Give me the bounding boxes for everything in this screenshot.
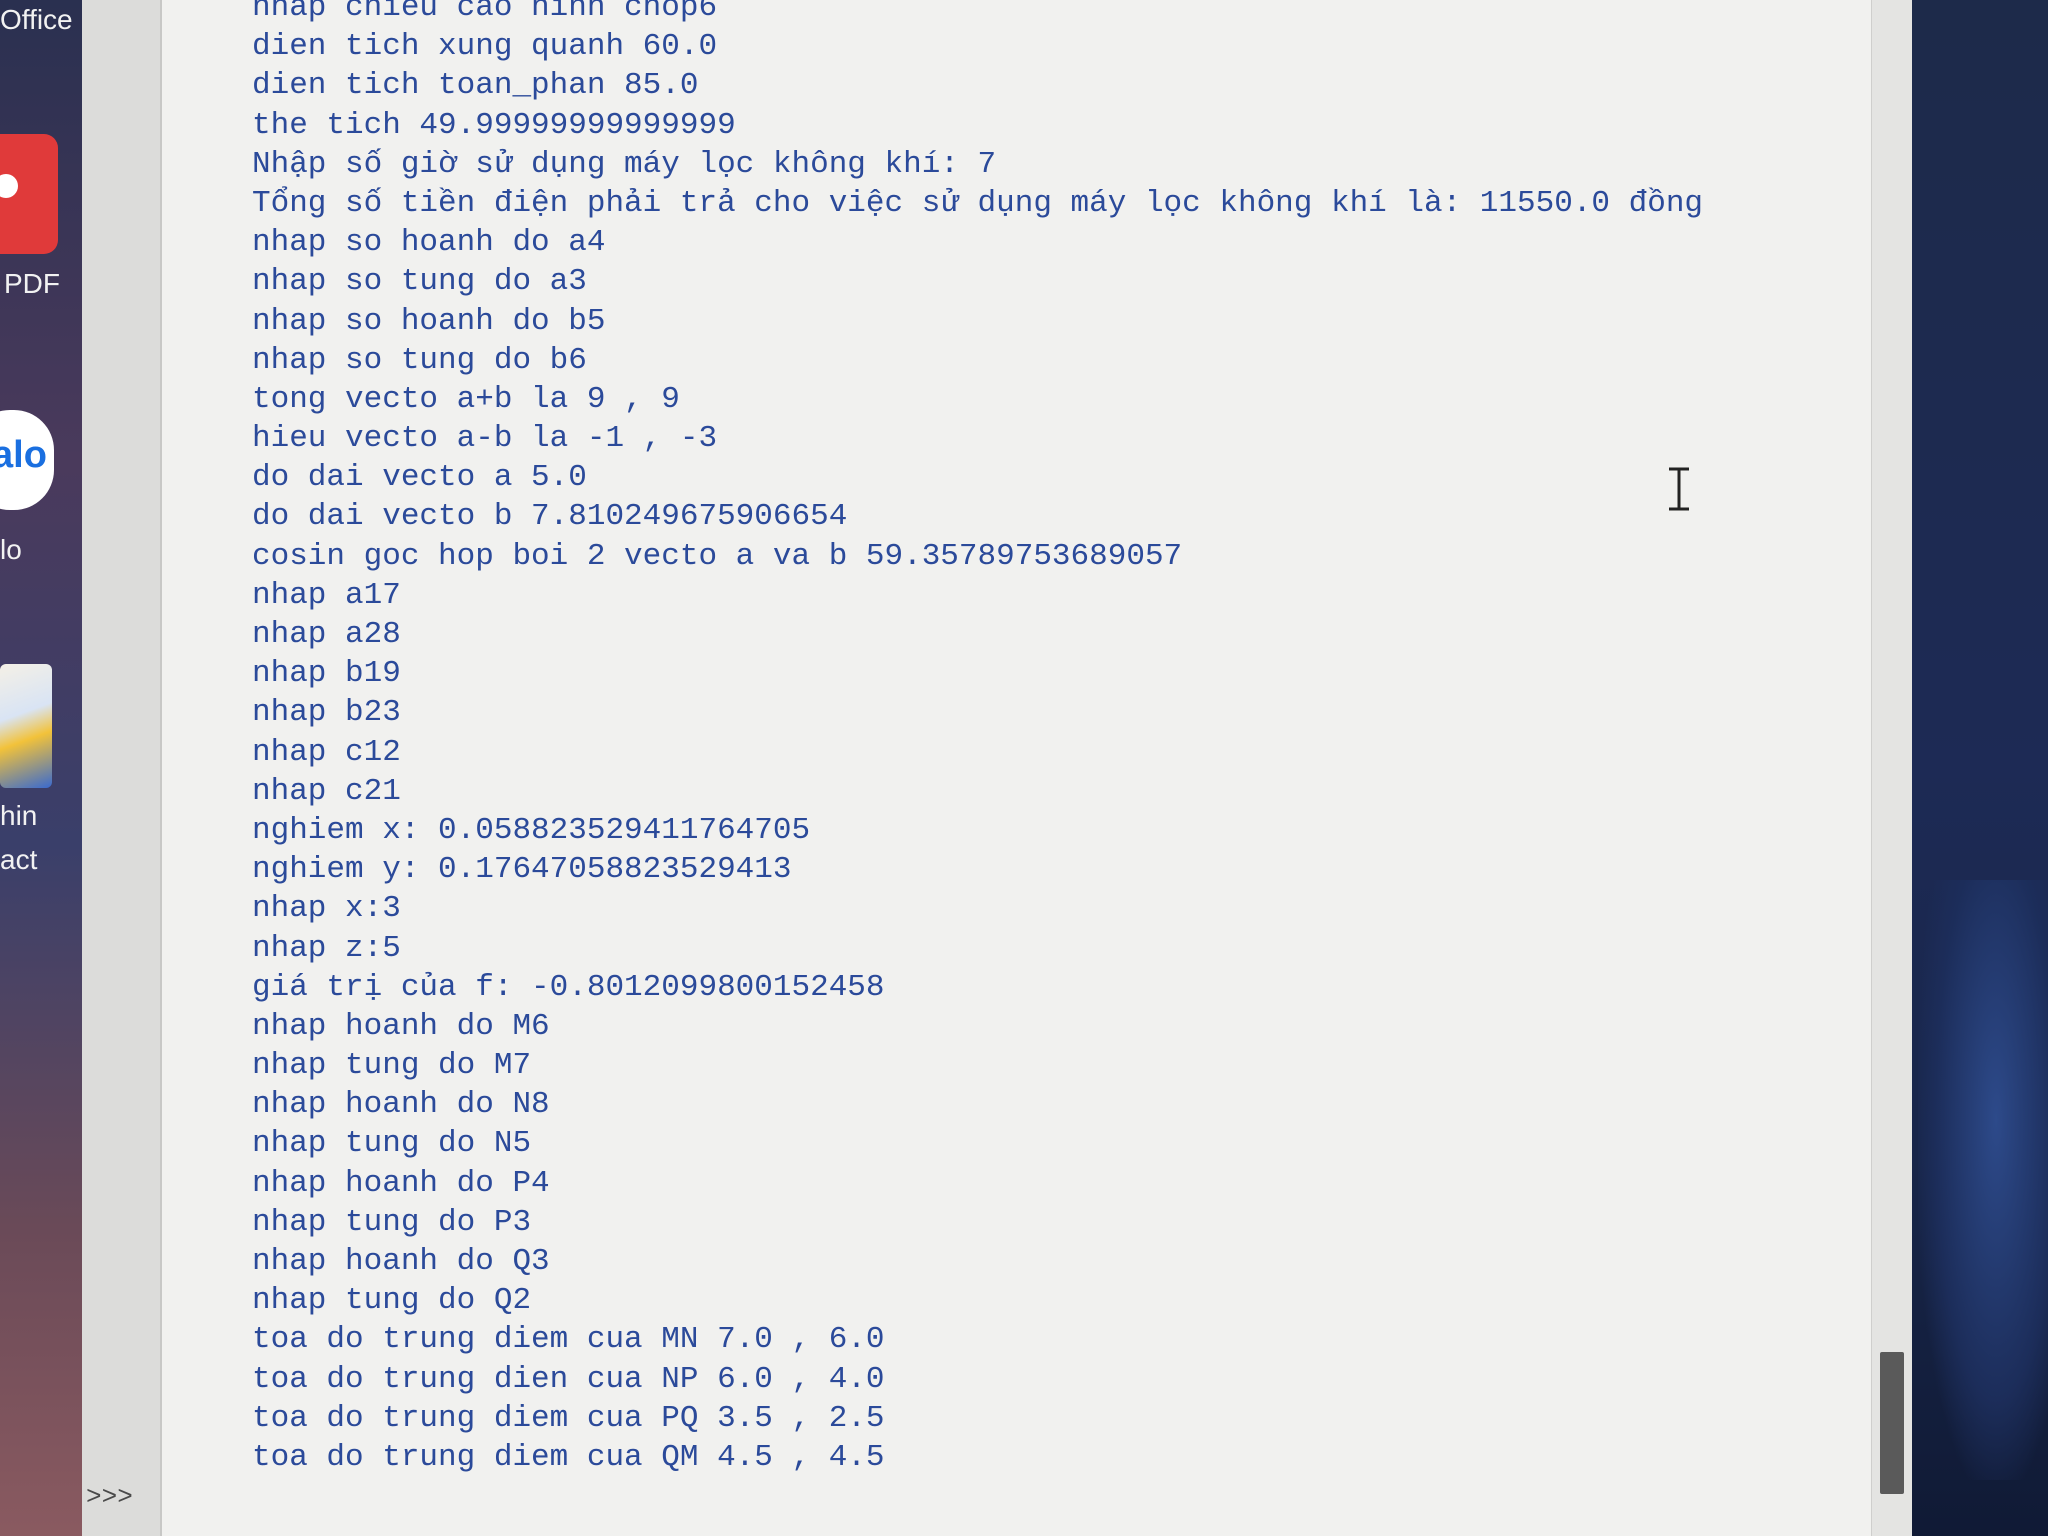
shell-prompt: >>> <box>86 1482 133 1512</box>
desktop-screen: Office PDF alo lo hin act >>> nhap chieu… <box>0 0 2048 1536</box>
shell-output-line: nhap tung do P3 <box>252 1204 532 1240</box>
shell-output-line: toa do trung diem cua PQ 3.5 , 2.5 <box>252 1400 885 1436</box>
text-cursor-icon <box>1669 467 1689 511</box>
shell-output-line: nhap z:5 <box>252 930 401 966</box>
desktop-icon-label-pdf[interactable]: PDF <box>4 268 60 300</box>
python-shell-window[interactable]: >>> nhap chieu cao hinh chop6 dien tich x… <box>82 0 1912 1536</box>
shell-output-line: nhap b23 <box>252 695 401 731</box>
shell-output-line: toa do trung diem cua MN 7.0 , 6.0 <box>252 1322 885 1358</box>
pdf-app-icon-glyph <box>0 174 18 198</box>
shell-output-line: nhap tung do Q2 <box>252 1283 532 1319</box>
zalo-icon[interactable]: alo <box>0 410 54 510</box>
shell-output-line: tong vecto a+b la 9 , 9 <box>252 381 680 417</box>
shell-output-line: the tich 49.99999999999999 <box>252 107 736 143</box>
shell-output-lines: nhap chieu cao hinh chop6 dien tich xung … <box>252 0 1703 1477</box>
shell-gutter: >>> <box>82 0 162 1536</box>
shell-output-line: nhap a17 <box>252 577 401 613</box>
desktop-right-wallpaper <box>1908 0 2048 1536</box>
desktop-icon-label-zalo[interactable]: lo <box>0 534 22 566</box>
shell-output-line: toa do trung dien cua NP 6.0 , 4.0 <box>252 1361 885 1397</box>
shell-output-line: do dai vecto b 7.810249675906654 <box>252 499 848 535</box>
shell-output-line: nhap a28 <box>252 617 401 652</box>
desktop-left-strip: Office PDF alo lo hin act <box>0 0 82 1536</box>
wallpaper-art <box>1918 880 2048 1480</box>
vertical-scrollbar[interactable] <box>1871 0 1912 1536</box>
zalo-icon-text: alo <box>0 434 47 476</box>
shell-output-line: giá trị của f: -0.8012099800152458 <box>252 969 885 1005</box>
shell-output-line: nhap so tung do b6 <box>252 342 587 378</box>
shell-output-line: nhap b19 <box>252 656 401 692</box>
shell-output-line: nhap x:3 <box>252 891 401 927</box>
shell-output-line: dien tich xung quanh 60.0 <box>252 29 718 65</box>
shell-output-line: nhap c21 <box>252 773 401 809</box>
shell-output-line: nhap tung do N5 <box>252 1126 532 1162</box>
shell-output-line: cosin goc hop boi 2 vecto a va b 59.3578… <box>252 538 1183 574</box>
shell-output-line: Nhập số giờ sử dụng máy lọc không khí: 7 <box>252 146 997 182</box>
desktop-icon-label-act[interactable]: act <box>0 844 37 876</box>
desktop-icon-label-hin[interactable]: hin <box>0 800 37 832</box>
shell-output-line: nhap chieu cao hinh chop6 <box>252 0 718 25</box>
shell-output-line: nhap hoanh do P4 <box>252 1165 550 1201</box>
shell-output-line: toa do trung diem cua QM 4.5 , 4.5 <box>252 1439 885 1475</box>
shell-output-line: nhap so hoanh do a4 <box>252 225 606 261</box>
shell-output-line: nhap so hoanh do b5 <box>252 303 606 339</box>
shell-output-line: nhap hoanh do N8 <box>252 1087 550 1123</box>
shell-output-area[interactable]: nhap chieu cao hinh chop6 dien tich xung … <box>162 0 1872 1536</box>
desktop-icon-label-office[interactable]: Office <box>0 4 73 36</box>
shell-output-line: Tổng số tiền điện phải trả cho việc sử d… <box>252 185 1704 221</box>
shell-output-line: nhap hoanh do M6 <box>252 1008 550 1044</box>
game-icon[interactable] <box>0 664 52 788</box>
shell-output-line: nghiem y: 0.17647058823529413 <box>252 852 792 888</box>
shell-output-line: do dai vecto a 5.0 <box>252 460 587 496</box>
shell-output-line: nghiem x: 0.058823529411764705 <box>252 812 811 848</box>
shell-output-line: nhap c12 <box>252 734 401 770</box>
shell-output-line: hieu vecto a-b la -1 , -3 <box>252 421 718 457</box>
shell-output-line: nhap so tung do a3 <box>252 264 587 300</box>
shell-output-line: nhap tung do M7 <box>252 1048 532 1084</box>
scrollbar-thumb[interactable] <box>1880 1352 1904 1494</box>
shell-output-line: nhap hoanh do Q3 <box>252 1244 550 1279</box>
pdf-app-icon[interactable] <box>0 134 58 254</box>
shell-output-line: dien tich toan_phan 85.0 <box>252 68 699 104</box>
